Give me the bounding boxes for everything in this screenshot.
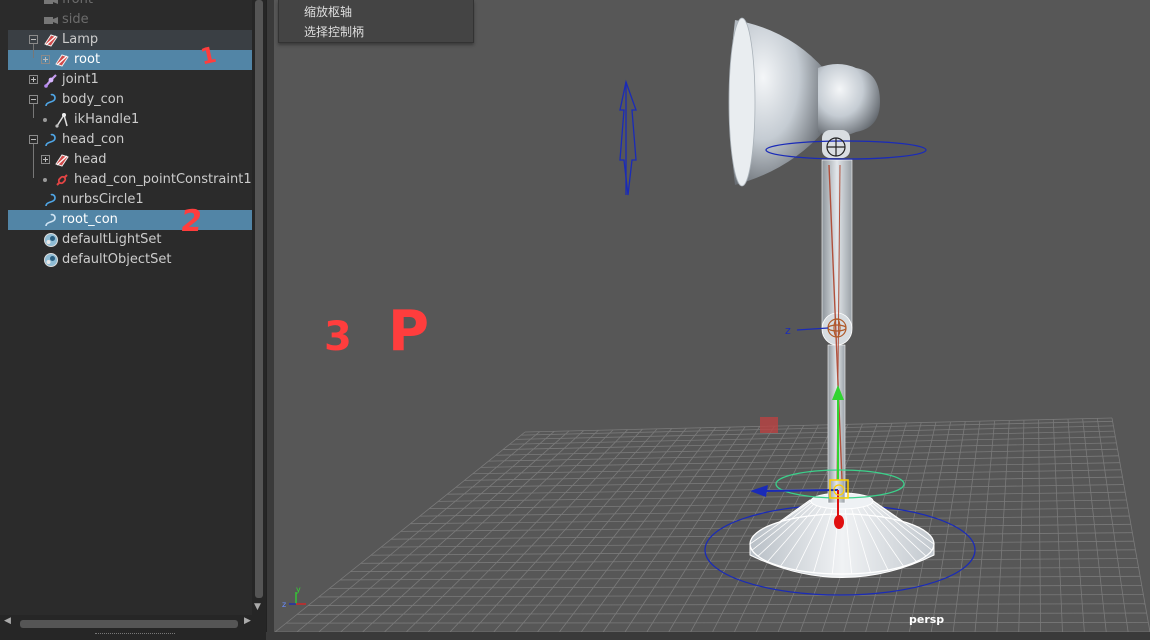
outliner-tree: front side Lamp root joint1 body	[8, 0, 252, 270]
scrollbar-thumb[interactable]	[255, 0, 263, 598]
outliner-item-body-con[interactable]: body_con	[8, 90, 252, 110]
outliner-item-label: head	[74, 152, 107, 167]
camera-icon	[44, 17, 58, 24]
expand-toggle[interactable]	[41, 155, 50, 164]
panel-resize-grip[interactable]	[95, 633, 175, 634]
outliner-item-head-con-pointconstraint1[interactable]: head_con_pointConstraint1	[8, 170, 252, 190]
camera-icon	[44, 0, 58, 4]
nurbs-curve-icon	[45, 133, 56, 147]
outliner-item-label: joint1	[62, 72, 99, 87]
outliner-item-nurbscircle1[interactable]: nurbsCircle1	[8, 190, 252, 210]
axis-z-label: z	[282, 600, 286, 609]
outliner-item-label: head_con	[62, 132, 125, 147]
outliner-item-joint1[interactable]: joint1	[8, 70, 252, 90]
hierarchy-line	[33, 144, 34, 178]
outliner-panel: front side Lamp root joint1 body	[0, 0, 266, 640]
viewport-bottom-border	[266, 632, 1150, 640]
scroll-right-arrow-icon[interactable]: ▶	[244, 616, 251, 626]
expand-toggle[interactable]	[41, 55, 50, 64]
set-icon	[44, 233, 58, 247]
outliner-item-defaultobjectset[interactable]: defaultObjectSet	[8, 250, 252, 270]
collapse-toggle[interactable]	[29, 35, 38, 44]
transform-icon	[55, 54, 69, 67]
joint-icon	[44, 74, 57, 88]
scene-canvas[interactable]: 3 P z y z	[274, 0, 1150, 632]
outliner-item-label: defaultObjectSet	[62, 252, 172, 267]
axis-y-label: y	[296, 585, 301, 594]
scroll-down-arrow-icon[interactable]: ▼	[254, 602, 261, 612]
outliner-item-label: root	[74, 52, 101, 67]
outliner-item-label: root_con	[62, 212, 118, 227]
nurbs-curve-icon	[45, 93, 56, 107]
outliner-item-label: nurbsCircle1	[62, 192, 144, 207]
outliner-vertical-scrollbar[interactable]: ▼	[252, 0, 266, 615]
perspective-viewport[interactable]: 3 P z y z 缩放枢轴 选择控制柄 persp	[274, 0, 1150, 632]
z-axis-label: z	[785, 324, 791, 337]
expand-toggle[interactable]	[29, 75, 38, 84]
context-menu: 缩放枢轴 选择控制柄	[278, 0, 474, 43]
hierarchy-line	[33, 104, 34, 118]
camera-name-label: persp	[909, 613, 945, 626]
outliner-item-label: body_con	[62, 92, 124, 107]
head-joint[interactable]	[826, 137, 846, 157]
tree-leaf-dot	[43, 118, 47, 122]
tree-leaf-dot	[43, 178, 47, 182]
outliner-horizontal-scrollbar[interactable]: ◀ ▶	[0, 615, 266, 640]
ground-grid	[274, 417, 1150, 632]
outliner-item-label: ikHandle1	[74, 112, 140, 127]
nurbs-curve-icon	[45, 193, 56, 207]
outliner-item-label: Lamp	[62, 32, 99, 47]
outliner-item-ikhandle1[interactable]: ikHandle1	[8, 110, 252, 130]
scrollbar-thumb[interactable]	[20, 620, 238, 628]
hierarchy-line	[33, 44, 34, 58]
transform-icon	[44, 34, 58, 47]
transform-icon	[55, 154, 69, 167]
outliner-item-lamp[interactable]: Lamp	[8, 30, 252, 50]
nurbs-curve-icon	[45, 213, 56, 227]
ik-handle-icon	[55, 113, 68, 128]
outliner-item-label: head_con_pointConstraint1	[74, 172, 252, 187]
menu-item-select-handle[interactable]: 选择控制柄	[304, 22, 364, 42]
outliner-item-label: front	[62, 0, 93, 10]
menu-item-scale-pivot[interactable]: 缩放枢轴	[304, 2, 352, 22]
lamp-head[interactable]	[728, 17, 880, 187]
outliner-item-root-con[interactable]: root_con	[8, 210, 252, 230]
annotation-mark-3: 3	[324, 314, 352, 360]
annotation-mark-p: P	[388, 299, 429, 364]
outliner-item-head-con[interactable]: head_con	[8, 130, 252, 150]
outliner-item-defaultlightset[interactable]: defaultLightSet	[8, 230, 252, 250]
set-icon	[44, 253, 58, 267]
double-arrow-control[interactable]	[619, 79, 637, 196]
collapse-toggle[interactable]	[29, 95, 38, 104]
outliner-item-label: side	[62, 12, 89, 27]
outliner-item-side[interactable]: side	[8, 10, 252, 30]
light-locator[interactable]	[760, 417, 778, 433]
outliner-item-head[interactable]: head	[8, 150, 252, 170]
outliner-item-front[interactable]: front	[8, 0, 252, 10]
scroll-left-arrow-icon[interactable]: ◀	[4, 616, 11, 626]
collapse-toggle[interactable]	[29, 135, 38, 144]
outliner-item-label: defaultLightSet	[62, 232, 162, 247]
view-axis-gizmo: y z	[282, 585, 306, 609]
constraint-icon	[56, 174, 68, 186]
